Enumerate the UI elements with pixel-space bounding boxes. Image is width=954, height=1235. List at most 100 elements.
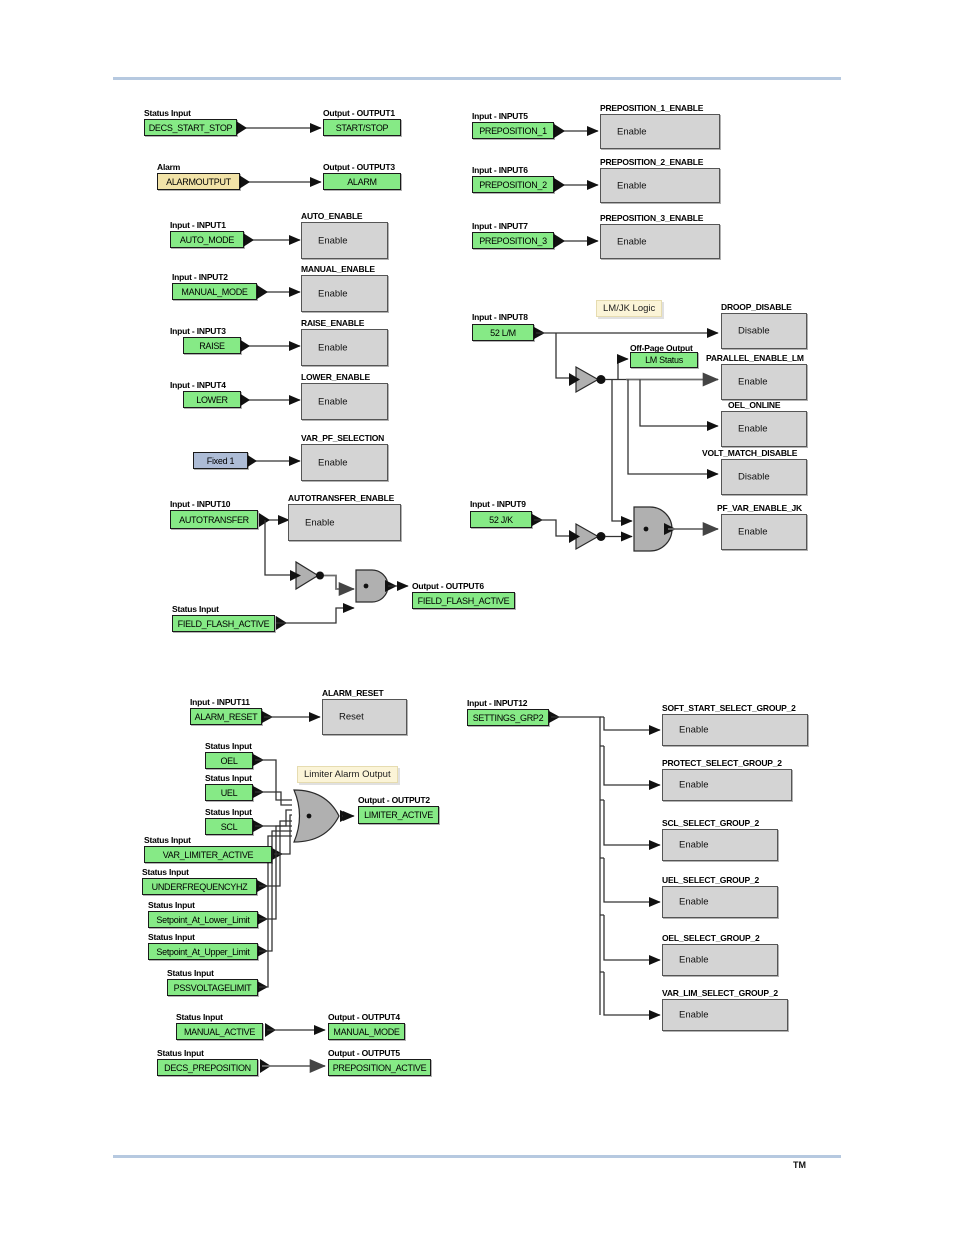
block-uel-select-group-2[interactable]: Enable: [662, 886, 778, 918]
signal-field-flash-active-out[interactable]: FIELD_FLASH_ACTIVE: [412, 592, 515, 609]
block-soft-start-select-group-2-label: Enable: [679, 724, 709, 736]
caption-scl-select-group-2: SCL_SELECT_GROUP_2: [662, 818, 760, 828]
block-raise-enable[interactable]: Enable: [301, 329, 388, 366]
caption-droop-disable: DROOP_DISABLE: [721, 302, 792, 312]
caption-uel-select-group-2: UEL_SELECT_GROUP_2: [662, 875, 760, 885]
caption-input1: Input - INPUT1: [170, 220, 226, 230]
block-volt-match-disable[interactable]: Disable: [721, 459, 807, 495]
signal-oel[interactable]: OEL: [205, 752, 253, 769]
note-limiter-alarm-output: Limiter Alarm Output: [297, 766, 398, 783]
signal-52-jk[interactable]: 52 J/K: [470, 511, 532, 528]
caption-parallel-enable-lm: PARALLEL_ENABLE_LM: [706, 353, 804, 363]
block-auto-enable[interactable]: Enable: [301, 222, 388, 259]
block-preposition-2-enable[interactable]: Enable: [600, 168, 720, 203]
signal-decs-preposition[interactable]: DECS_PREPOSITION: [157, 1059, 258, 1076]
signal-field-flash-active-in[interactable]: FIELD_FLASH_ACTIVE: [172, 615, 275, 632]
signal-alarmoutput[interactable]: ALARMOUTPUT: [157, 173, 240, 190]
signal-preposition-active[interactable]: PREPOSITION_ACTIVE: [328, 1059, 431, 1076]
block-autotransfer-enable[interactable]: Enable: [288, 504, 401, 541]
block-scl-select-group-2[interactable]: Enable: [662, 829, 778, 861]
block-droop-disable[interactable]: Disable: [721, 313, 807, 349]
signal-52-lm[interactable]: 52 L/M: [472, 324, 534, 341]
block-preposition-2-enable-label: Enable: [617, 180, 647, 191]
signal-uel[interactable]: UEL: [205, 784, 253, 801]
block-preposition-3-enable[interactable]: Enable: [600, 224, 720, 259]
caption-var-lim-select-group-2: VAR_LIM_SELECT_GROUP_2: [662, 988, 778, 998]
block-preposition-3-enable-label: Enable: [617, 236, 647, 247]
signal-lm-status[interactable]: LM Status: [630, 352, 698, 368]
block-auto-enable-label: Enable: [318, 235, 348, 246]
caption-var-pf-selection: VAR_PF_SELECTION: [301, 433, 385, 443]
signal-autotransfer[interactable]: AUTOTRANSFER: [170, 510, 258, 529]
block-parallel-enable-lm[interactable]: Enable: [721, 364, 807, 400]
signal-manual-mode[interactable]: MANUAL_MODE: [172, 283, 257, 300]
caption-limiter-scl: Status Input: [205, 807, 252, 817]
block-uel-select-group-2-label: Enable: [679, 896, 709, 908]
caption-output6: Output - OUTPUT6: [412, 581, 484, 591]
caption-limiter-var-limiter-active: Status Input: [144, 835, 191, 845]
caption-manual-enable: MANUAL_ENABLE: [301, 264, 375, 274]
block-lower-enable-label: Enable: [318, 396, 348, 407]
caption-preposition-1-enable: PREPOSITION_1_ENABLE: [600, 103, 704, 113]
block-parallel-enable-lm-label: Enable: [738, 376, 768, 388]
caption-limiter-setpoint-lower: Status Input: [148, 900, 195, 910]
signal-start-stop[interactable]: START/STOP: [323, 119, 401, 136]
signal-alarm[interactable]: ALARM: [323, 173, 401, 190]
signal-fixed-1[interactable]: Fixed 1: [193, 452, 248, 469]
signal-raise[interactable]: RAISE: [183, 337, 241, 354]
block-oel-select-group-2-label: Enable: [679, 954, 709, 966]
block-oel-online[interactable]: Enable: [721, 411, 807, 447]
signal-auto-mode[interactable]: AUTO_MODE: [170, 231, 244, 248]
block-preposition-1-enable-label: Enable: [617, 126, 647, 137]
signal-manual-active[interactable]: MANUAL_ACTIVE: [176, 1023, 263, 1040]
caption-status-input: Status Input: [144, 108, 191, 118]
signal-preposition-3[interactable]: PREPOSITION_3: [472, 232, 554, 249]
block-soft-start-select-group-2[interactable]: Enable: [662, 714, 808, 746]
signal-settings-grp2[interactable]: SETTINGS_GRP2: [467, 709, 549, 726]
block-alarm-reset[interactable]: Reset: [322, 699, 407, 735]
signal-scl[interactable]: SCL: [205, 818, 253, 835]
signal-decs-start-stop[interactable]: DECS_START_STOP: [144, 119, 237, 136]
block-autotransfer-enable-label: Enable: [305, 517, 335, 528]
signal-underfrequencyhz[interactable]: UNDERFREQUENCYHZ: [142, 878, 257, 895]
block-droop-disable-label: Disable: [738, 325, 770, 337]
block-var-lim-select-group-2-label: Enable: [679, 1009, 709, 1021]
caption-limiter-uel: Status Input: [205, 773, 252, 783]
caption-input11: Input - INPUT11: [190, 697, 250, 707]
block-oel-select-group-2[interactable]: Enable: [662, 944, 778, 976]
caption-output1: Output - OUTPUT1: [323, 108, 395, 118]
caption-output2: Output - OUTPUT2: [358, 795, 430, 805]
caption-input7: Input - INPUT7: [472, 221, 528, 231]
signal-setpoint-at-upper-limit[interactable]: Setpoint_At_Upper_Limit: [148, 943, 258, 960]
caption-limiter-underfrequencyhz: Status Input: [142, 867, 189, 877]
signal-preposition-2[interactable]: PREPOSITION_2: [472, 176, 554, 193]
signal-preposition-1[interactable]: PREPOSITION_1: [472, 122, 554, 139]
block-manual-enable[interactable]: Enable: [301, 275, 388, 312]
caption-input6: Input - INPUT6: [472, 165, 528, 175]
caption-oel-online: OEL_ONLINE: [728, 400, 781, 410]
block-preposition-1-enable[interactable]: Enable: [600, 114, 720, 149]
block-protect-select-group-2[interactable]: Enable: [662, 769, 792, 801]
caption-preposition-3-enable: PREPOSITION_3_ENABLE: [600, 213, 704, 223]
block-var-lim-select-group-2[interactable]: Enable: [662, 999, 788, 1031]
block-var-pf-selection-label: Enable: [318, 457, 348, 468]
block-protect-select-group-2-label: Enable: [679, 779, 709, 791]
block-lower-enable[interactable]: Enable: [301, 383, 388, 420]
signal-setpoint-at-lower-limit[interactable]: Setpoint_At_Lower_Limit: [148, 911, 258, 928]
signal-limiter-active[interactable]: LIMITER_ACTIVE: [358, 806, 439, 824]
caption-output5: Output - OUTPUT5: [328, 1048, 400, 1058]
block-pf-var-enable-jk[interactable]: Enable: [721, 514, 807, 550]
diagram-page: TM Status Input DECS_START_STOP Output -…: [0, 0, 954, 1235]
block-raise-enable-label: Enable: [318, 342, 348, 353]
signal-lower[interactable]: LOWER: [183, 391, 241, 408]
caption-auto-enable: AUTO_ENABLE: [301, 211, 363, 221]
signal-manual-mode-out[interactable]: MANUAL_MODE: [328, 1023, 405, 1040]
caption-lower-enable: LOWER_ENABLE: [301, 372, 370, 382]
block-var-pf-selection[interactable]: Enable: [301, 444, 388, 481]
signal-alarm-reset[interactable]: ALARM_RESET: [190, 708, 262, 725]
block-manual-enable-label: Enable: [318, 288, 348, 299]
signal-pssvoltagelimit[interactable]: PSSVOLTAGELIMIT: [167, 979, 258, 996]
signal-var-limiter-active[interactable]: VAR_LIMITER_ACTIVE: [144, 846, 272, 863]
caption-soft-start-select-group-2: SOFT_START_SELECT_GROUP_2: [662, 703, 796, 713]
caption-limiter-setpoint-upper: Status Input: [148, 932, 195, 942]
